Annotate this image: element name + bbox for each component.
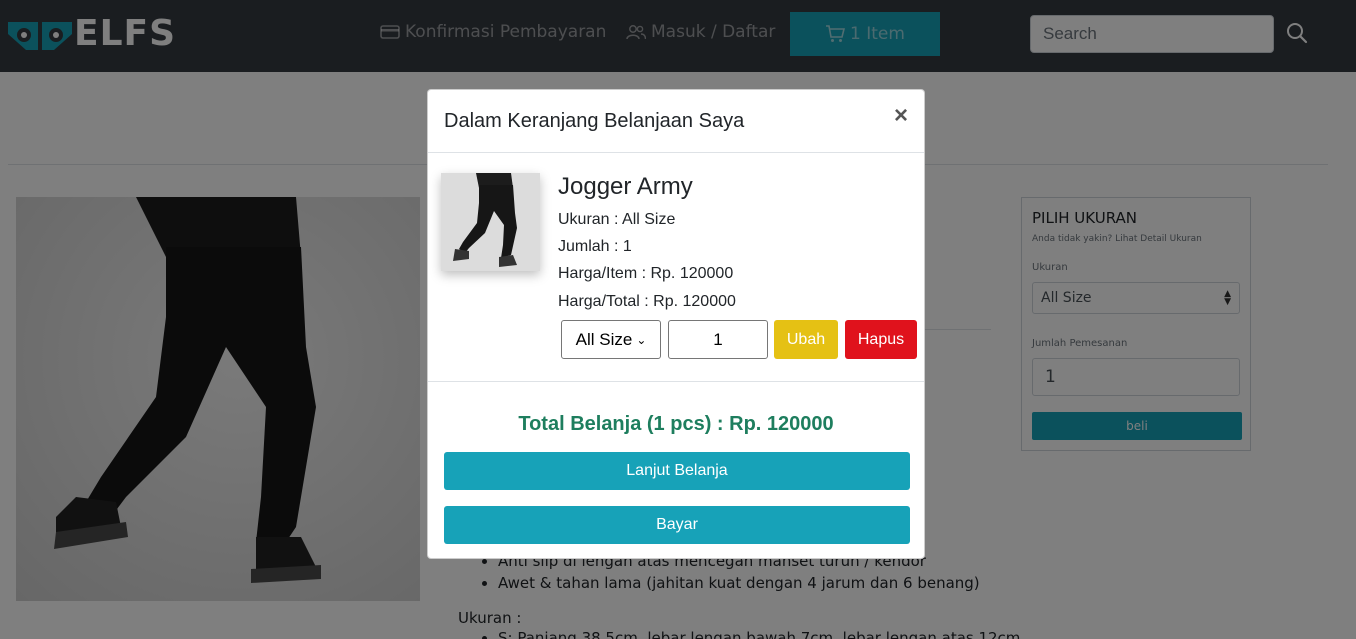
item-quantity-input[interactable] xyxy=(668,320,768,359)
item-total-price: Harga/Total : Rp. 120000 xyxy=(558,293,736,310)
item-unit-price: Harga/Item : Rp. 120000 xyxy=(558,265,734,282)
cart-modal: Dalam Keranjang Belanjaan Saya × Jogger … xyxy=(427,89,925,559)
item-size-select[interactable]: All Size ⌄ xyxy=(561,320,661,359)
item-size: Ukuran : All Size xyxy=(558,211,676,228)
modal-body: Jogger Army Ukuran : All Size Jumlah : 1… xyxy=(428,153,924,382)
modal-footer: Total Belanja (1 pcs) : Rp. 120000 Lanju… xyxy=(428,382,924,558)
close-icon[interactable]: × xyxy=(894,104,908,128)
item-quantity: Jumlah : 1 xyxy=(558,238,632,255)
modal-title: Dalam Keranjang Belanjaan Saya xyxy=(444,110,745,132)
cart-total: Total Belanja (1 pcs) : Rp. 120000 xyxy=(518,413,834,435)
continue-shopping-button[interactable]: Lanjut Belanja xyxy=(444,452,910,490)
item-thumbnail xyxy=(441,173,540,271)
delete-item-button[interactable]: Hapus xyxy=(845,320,917,359)
item-size-select-value: All Size xyxy=(575,329,633,349)
modal-header: Dalam Keranjang Belanjaan Saya × xyxy=(428,90,924,153)
update-item-button[interactable]: Ubah xyxy=(774,320,838,359)
chevron-down-icon: ⌄ xyxy=(636,332,647,347)
item-name: Jogger Army xyxy=(558,173,693,200)
pay-button[interactable]: Bayar xyxy=(444,506,910,544)
